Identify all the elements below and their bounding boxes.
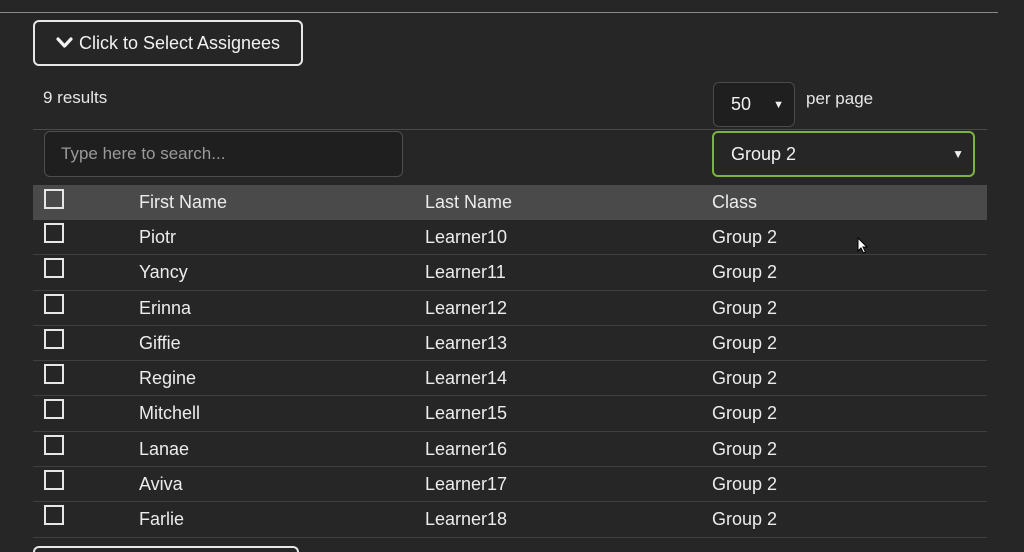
search-input[interactable] (44, 131, 403, 177)
class-filter-select[interactable]: Group 2 ▼ (712, 131, 975, 177)
cell-class: Group 2 (712, 474, 778, 495)
table-row[interactable]: Yancy Learner11 Group 2 (33, 255, 987, 291)
header-first-name[interactable]: First Name (139, 192, 227, 213)
cell-first-name: Yancy (139, 262, 188, 283)
table-row[interactable]: Lanae Learner16 Group 2 (33, 432, 987, 468)
cell-last-name: Learner12 (425, 297, 508, 318)
row-checkbox[interactable] (44, 328, 64, 349)
table-row[interactable]: Aviva Learner17 Group 2 (33, 467, 987, 503)
select-assignees-button[interactable]: Click to Select Assignees (33, 20, 303, 66)
cell-last-name: Learner13 (425, 332, 508, 353)
table-row[interactable]: Mitchell Learner15 Group 2 (33, 396, 987, 432)
cell-class: Group 2 (712, 297, 778, 318)
cell-class: Group 2 (712, 438, 778, 459)
cell-last-name: Learner16 (425, 438, 508, 459)
cell-first-name: Mitchell (139, 403, 201, 424)
header-last-name[interactable]: Last Name (425, 192, 512, 213)
header-class[interactable]: Class (712, 192, 757, 213)
cell-first-name: Aviva (139, 474, 183, 495)
select-all-checkbox[interactable] (44, 189, 64, 209)
cell-first-name: Piotr (139, 227, 177, 247)
caret-down-icon: ▼ (773, 98, 784, 111)
class-filter-value: Group 2 (731, 143, 797, 164)
per-page-label: per page (806, 89, 874, 108)
cell-last-name: Learner10 (425, 227, 508, 247)
filter-divider (33, 129, 987, 130)
cell-last-name: Learner17 (425, 474, 508, 495)
row-checkbox[interactable] (44, 470, 64, 491)
cell-last-name: Learner18 (425, 509, 508, 530)
table-body: Piotr Learner10 Group 2 Yancy Learner11 Group… (33, 220, 987, 538)
table-header: First Name Last Name Class (33, 185, 987, 220)
row-checkbox[interactable] (44, 399, 64, 420)
row-checkbox[interactable] (44, 434, 64, 455)
cell-last-name: Learner11 (425, 262, 506, 283)
select-assignees-label: Click to Select Assignees (78, 32, 281, 53)
cell-first-name: Lanae (139, 438, 190, 459)
cell-class: Group 2 (712, 509, 778, 530)
row-checkbox[interactable] (44, 223, 64, 243)
results-count: 9 results (43, 88, 108, 107)
cell-class: Group 2 (712, 368, 778, 389)
cell-last-name: Learner15 (425, 403, 508, 424)
row-checkbox[interactable] (44, 505, 64, 526)
bottom-button[interactable] (33, 546, 299, 552)
assignee-selection-page: Click to Select Assignees 9 results 50 ▼… (0, 0, 1024, 552)
cell-first-name: Farlie (139, 509, 185, 530)
table-row[interactable]: Farlie Learner18 Group 2 (33, 502, 987, 538)
table-row[interactable]: Erinna Learner12 Group 2 (33, 291, 987, 326)
row-checkbox[interactable] (44, 293, 64, 314)
cell-first-name: Giffie (139, 332, 181, 353)
per-page-value: 50 (731, 94, 752, 114)
cell-first-name: Erinna (139, 297, 192, 318)
assignee-table: First Name Last Name Class Piotr Learner1… (33, 185, 987, 538)
cell-class: Group 2 (712, 227, 778, 247)
row-checkbox[interactable] (44, 258, 64, 279)
cell-first-name: Regine (139, 368, 197, 389)
cell-class: Group 2 (712, 403, 778, 424)
mouse-cursor-icon (857, 236, 869, 259)
per-page-select[interactable]: 50 ▼ (713, 82, 795, 127)
table-row[interactable]: Giffie Learner13 Group 2 (33, 326, 987, 362)
table-row[interactable]: Piotr Learner10 Group 2 (33, 220, 987, 256)
cell-class: Group 2 (712, 332, 778, 353)
chevron-down-icon (56, 37, 73, 49)
table-row[interactable]: Regine Learner14 Group 2 (33, 361, 987, 397)
cell-last-name: Learner14 (425, 368, 508, 389)
row-checkbox[interactable] (44, 364, 64, 385)
caret-down-icon: ▼ (952, 147, 964, 161)
top-divider (0, 12, 998, 13)
cell-class: Group 2 (712, 262, 778, 283)
